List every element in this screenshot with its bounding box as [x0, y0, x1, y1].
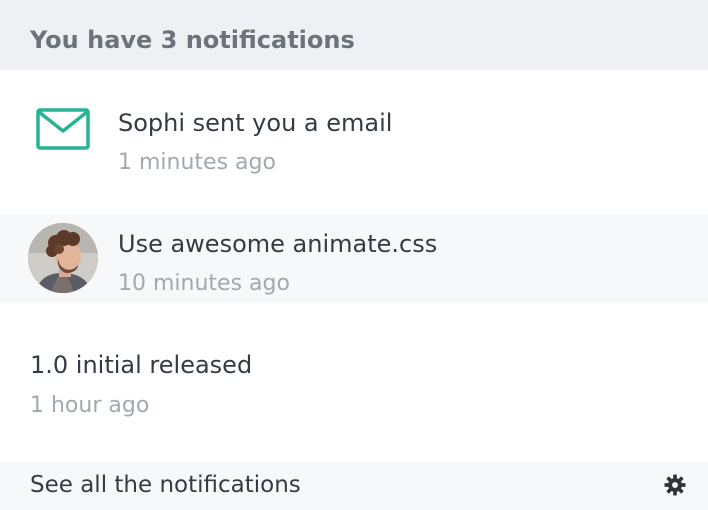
avatar [28, 223, 98, 293]
notification-time: 1 hour ago [30, 393, 150, 418]
notification-time: 1 minutes ago [118, 150, 276, 175]
notification-item[interactable]: Use awesome animate.css 10 minutes ago [0, 215, 708, 303]
envelope-icon [36, 108, 90, 150]
notification-item[interactable]: Sophi sent you a email 1 minutes ago [0, 70, 708, 215]
notification-title: 1.0 initial released [30, 351, 253, 379]
header-title: You have 3 notifications [30, 26, 355, 54]
notifications-footer: See all the notifications [0, 462, 708, 510]
notifications-header: You have 3 notifications [0, 0, 708, 70]
avatar-image [28, 223, 98, 293]
notification-title: Use awesome animate.css [118, 230, 438, 258]
see-all-notifications-link[interactable]: See all the notifications [30, 470, 301, 500]
notification-time: 10 minutes ago [118, 271, 290, 296]
notification-item[interactable]: 1.0 initial released 1 hour ago [0, 303, 708, 462]
gear-icon[interactable] [664, 474, 686, 496]
notification-title: Sophi sent you a email [118, 109, 393, 137]
